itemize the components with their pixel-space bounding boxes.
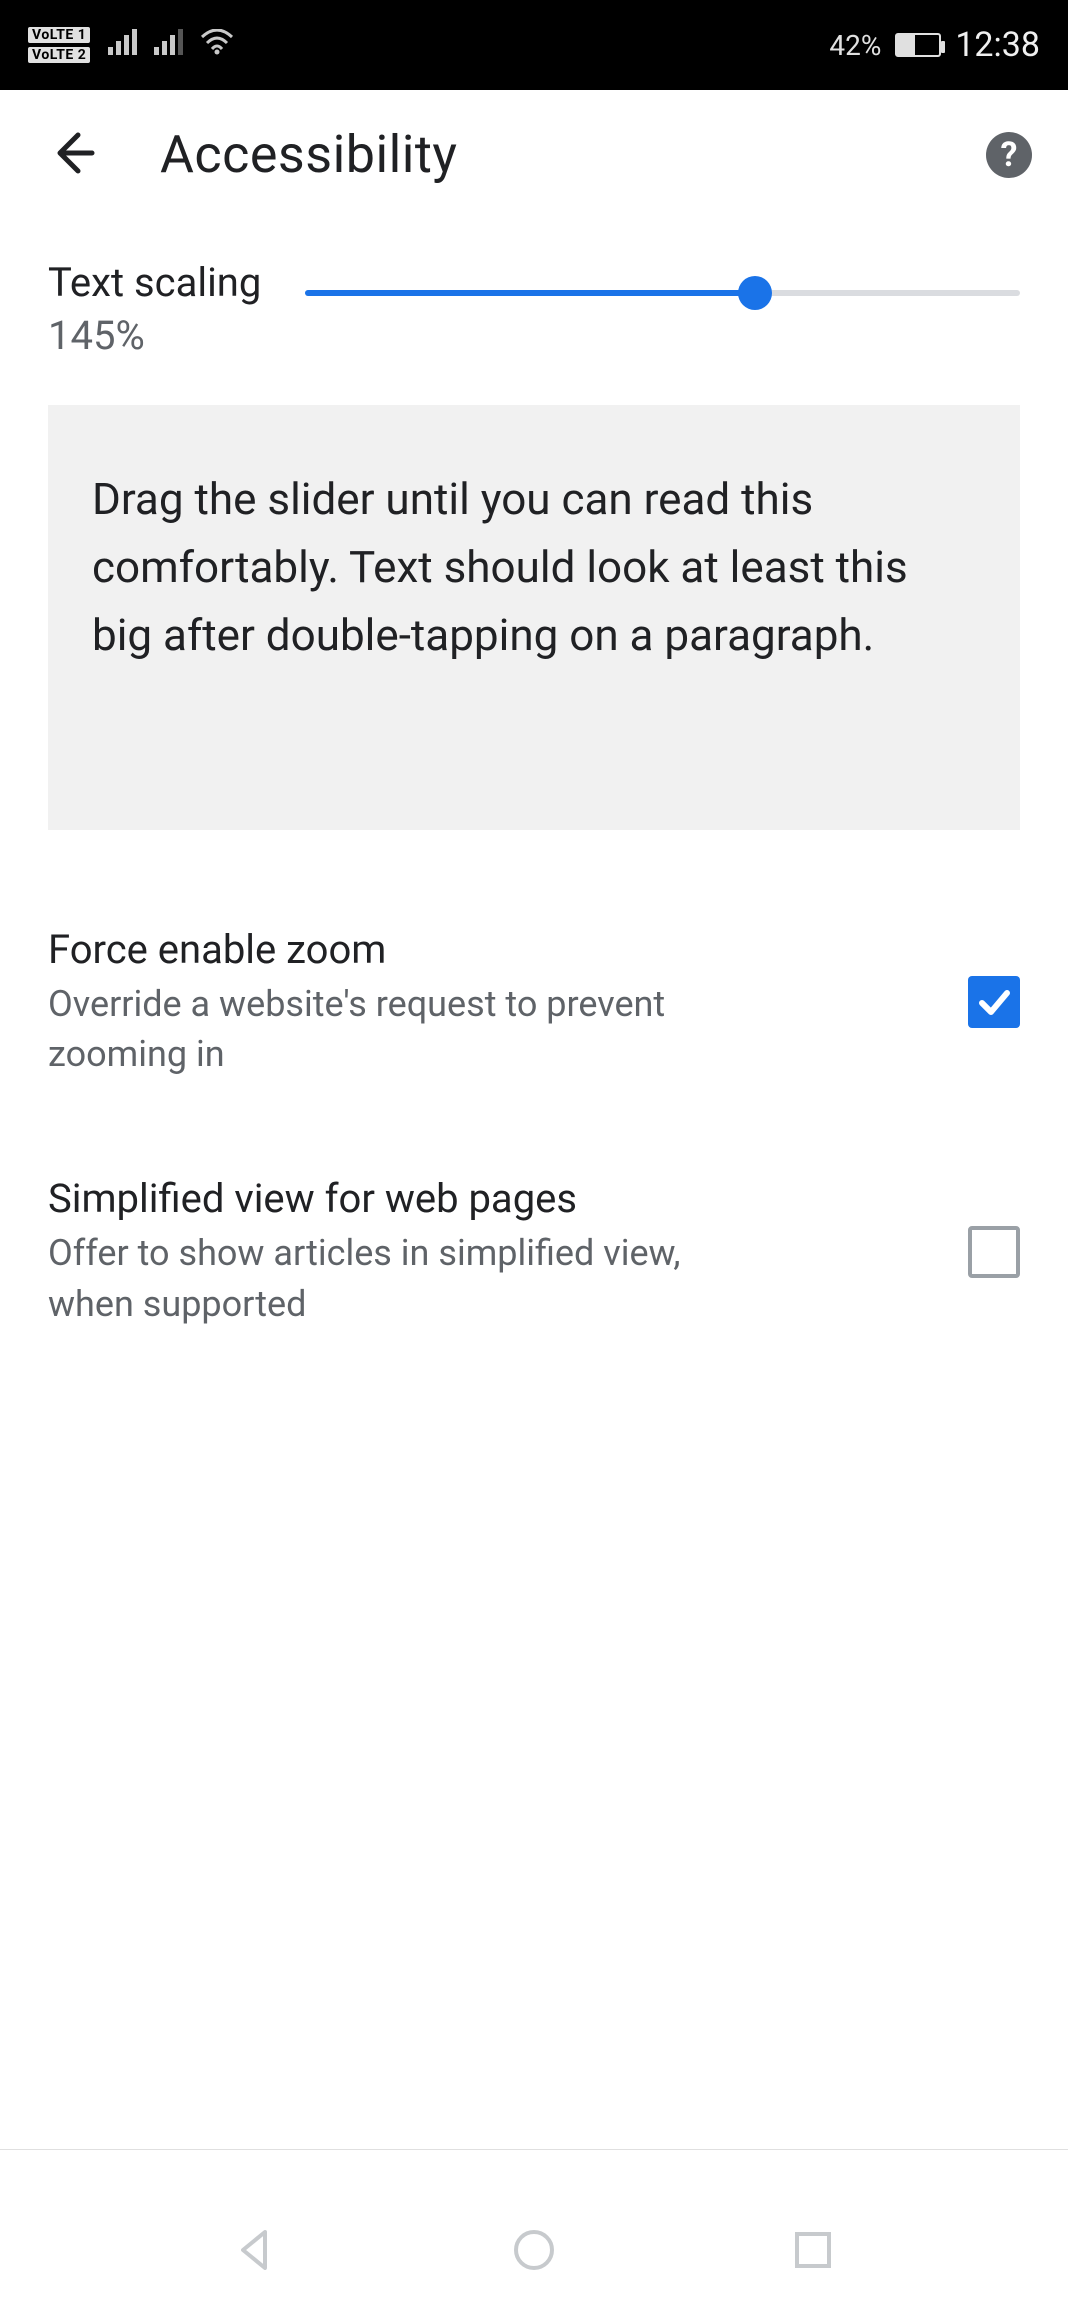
volte-2-badge: VoLTE 2: [28, 47, 90, 63]
volte-1-badge: VoLTE 1: [28, 27, 90, 43]
force-zoom-row[interactable]: Force enable zoom Override a website's r…: [48, 926, 1020, 1080]
text-scaling-slider[interactable]: [305, 268, 1020, 318]
preview-text: Drag the slider until you can read this …: [48, 405, 1020, 830]
help-icon: ?: [1001, 135, 1018, 175]
clock: 12:38: [955, 25, 1040, 65]
force-zoom-checkbox[interactable]: [968, 976, 1020, 1028]
simplified-view-subtitle: Offer to show articles in simplified vie…: [48, 1228, 768, 1329]
text-scaling-value: 145%: [48, 312, 145, 359]
nav-recent-button[interactable]: [789, 2226, 837, 2278]
page-title: Accessibility: [160, 124, 922, 185]
status-bar: VoLTE 1 VoLTE 2 42% 12:38: [0, 0, 1068, 90]
back-button[interactable]: [48, 129, 96, 181]
nav-home-button[interactable]: [510, 2226, 558, 2278]
force-zoom-title: Force enable zoom: [48, 926, 944, 973]
wifi-icon: [200, 29, 234, 62]
simplified-view-row[interactable]: Simplified view for web pages Offer to s…: [48, 1175, 1020, 1329]
battery-icon: [895, 33, 941, 57]
force-zoom-subtitle: Override a website's request to prevent …: [48, 979, 768, 1080]
signal-icon: [108, 29, 138, 62]
nav-back-button[interactable]: [231, 2226, 279, 2278]
simplified-view-title: Simplified view for web pages: [48, 1175, 944, 1222]
simplified-view-checkbox[interactable]: [968, 1226, 1020, 1278]
battery-percent: 42%: [829, 29, 881, 62]
app-bar: Accessibility ?: [0, 90, 1068, 219]
signal-icon-2: [154, 29, 184, 62]
help-button[interactable]: ?: [986, 132, 1032, 178]
bottom-divider: [0, 2149, 1068, 2150]
nav-bar: [0, 2190, 1068, 2314]
